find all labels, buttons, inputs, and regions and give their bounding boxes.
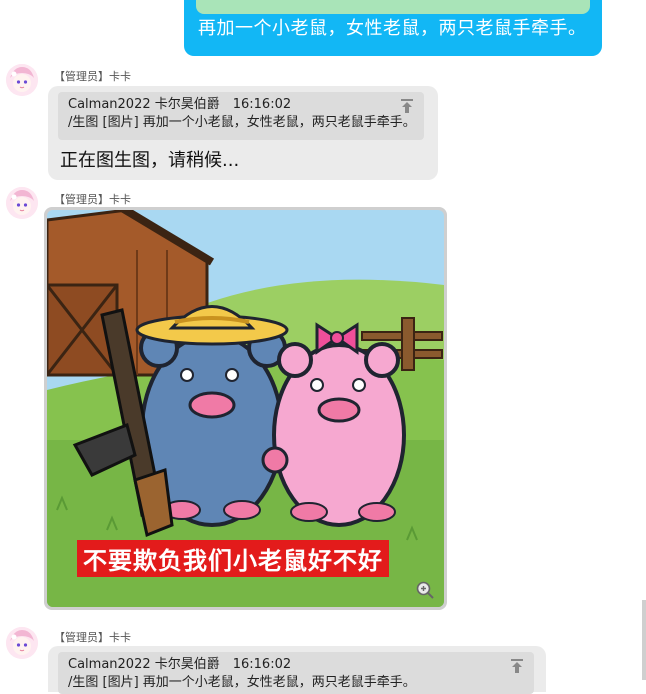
message-bubble[interactable]: Calman2022 卡尔昊伯爵 16:16:02 /生图 [图片] 再加一个小…: [48, 86, 438, 180]
quote-body: /生图 [图片] 再加一个小老鼠，女性老鼠，两只老鼠手牵手。: [68, 675, 416, 690]
quote-header: Calman2022 卡尔昊伯爵 16:16:02: [68, 97, 292, 112]
quote-body: /生图 [图片] 再加一个小老鼠，女性老鼠，两只老鼠手牵手。: [68, 115, 416, 130]
sender-name: 【管理员】卡卡: [54, 70, 131, 83]
pin-top-icon[interactable]: [400, 98, 414, 114]
own-message-bubble[interactable]: 再加一个小老鼠，女性老鼠，两只老鼠手牵手。: [184, 0, 602, 56]
sender-avatar-icon[interactable]: [6, 64, 38, 96]
image-message[interactable]: 不要欺负我们小老鼠好不好: [44, 207, 447, 610]
own-message-text: 再加一个小老鼠，女性老鼠，两只老鼠手牵手。: [198, 18, 587, 39]
quoted-message[interactable]: Calman2022 卡尔昊伯爵 16:16:02 /生图 [图片] 再加一个小…: [58, 92, 424, 140]
sender-name: 【管理员】卡卡: [54, 193, 131, 206]
message-bubble[interactable]: Calman2022 卡尔昊伯爵 16:16:02 /生图 [图片] 再加一个小…: [48, 646, 546, 694]
sender-avatar-icon[interactable]: [6, 627, 38, 659]
pin-top-icon[interactable]: [510, 658, 524, 674]
quoted-message[interactable]: Calman2022 卡尔昊伯爵 16:16:02 /生图 [图片] 再加一个小…: [58, 652, 534, 694]
own-quote-strip: [196, 0, 590, 14]
scrollbar[interactable]: [642, 600, 646, 680]
sender-avatar-icon[interactable]: [6, 187, 38, 219]
sender-name: 【管理员】卡卡: [54, 631, 131, 644]
image-caption: 不要欺负我们小老鼠好不好: [77, 540, 389, 577]
reply-text: 正在图生图，请稍候...: [60, 150, 240, 171]
quote-header: Calman2022 卡尔昊伯爵 16:16:02: [68, 657, 292, 672]
generated-image[interactable]: 不要欺负我们小老鼠好不好: [47, 210, 444, 607]
zoom-in-icon[interactable]: [416, 581, 434, 599]
